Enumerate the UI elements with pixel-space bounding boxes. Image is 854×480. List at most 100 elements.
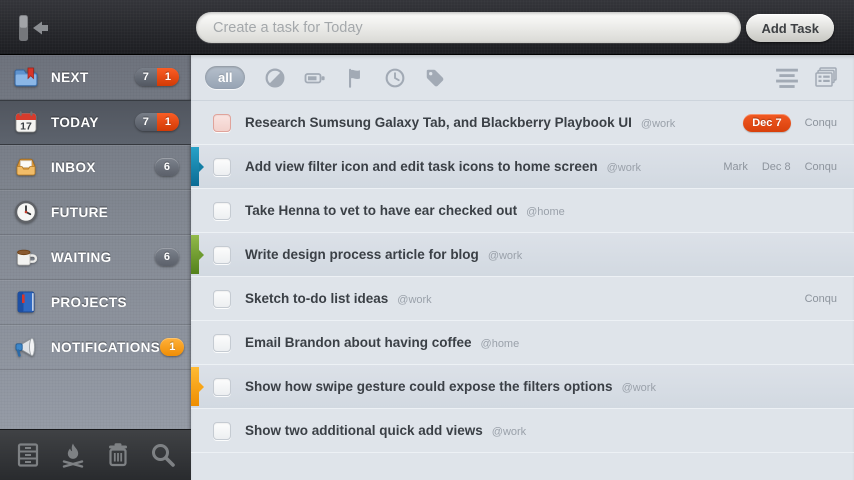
campfire-button[interactable] (56, 438, 90, 472)
count-badge-gray: 7 (135, 68, 157, 86)
collapse-sidebar-icon (12, 12, 54, 44)
priority-stripe (191, 235, 199, 274)
task-due-date: Dec 7 (743, 114, 790, 132)
sidebar-item-projects[interactable]: PROJECTS (0, 280, 191, 325)
sidebar-item-label: WAITING (51, 250, 155, 265)
task-due-date: Dec 8 (762, 161, 791, 173)
task-context-tag: @work (641, 118, 675, 130)
book-icon (13, 289, 39, 315)
add-task-button[interactable]: Add Task (746, 14, 834, 42)
task-title: Show how swipe gesture could expose the … (245, 379, 613, 394)
task-project: Conqu (805, 161, 837, 173)
list-view-icon[interactable] (775, 66, 799, 90)
task-context-tag: @work (488, 250, 522, 262)
count-badge-group: 71 (135, 113, 179, 131)
task-checkbox[interactable] (213, 334, 231, 352)
task-context-tag: @work (607, 162, 641, 174)
filter-tab-all[interactable]: all (205, 66, 245, 89)
task-meta: Conqu (795, 293, 854, 305)
count-badge-gray: 6 (155, 248, 179, 266)
task-checkbox[interactable] (213, 114, 231, 132)
folder-icon (13, 64, 39, 90)
task-title: Take Henna to vet to have ear checked ou… (245, 203, 517, 218)
sidebar: NEXT7117TODAY71INBOX6FUTUREWAITING6PROJE… (0, 55, 191, 480)
trash-button[interactable] (101, 438, 135, 472)
archive-button[interactable] (11, 438, 45, 472)
new-task-input[interactable] (196, 12, 741, 43)
task-row[interactable]: Email Brandon about having coffee @home (191, 321, 854, 365)
calendar-icon: 17 (13, 109, 39, 135)
task-project: Conqu (805, 117, 837, 129)
sidebar-item-label: NEXT (51, 70, 135, 85)
task-title: Write design process article for blog (245, 247, 479, 262)
archive-icon (14, 441, 42, 469)
trash-icon (104, 441, 132, 469)
task-checkbox[interactable] (213, 378, 231, 396)
count-badge-red: 1 (157, 113, 179, 131)
sidebar-toolbar (0, 429, 191, 480)
app-window: Add Task NEXT7117TODAY71INBOX6FUTUREWAIT… (0, 0, 854, 480)
sidebar-item-next[interactable]: NEXT71 (0, 55, 191, 100)
task-row[interactable]: Write design process article for blog @wo… (191, 233, 854, 277)
campfire-icon (59, 441, 87, 469)
search-icon (149, 441, 177, 469)
contrast-icon[interactable] (264, 67, 286, 89)
count-badge-gray: 7 (135, 113, 157, 131)
filter-bar: all (191, 55, 854, 101)
sidebar-item-label: FUTURE (51, 205, 179, 220)
flag-icon[interactable] (344, 67, 366, 89)
task-context-tag: @home (481, 338, 520, 350)
task-checkbox[interactable] (213, 246, 231, 264)
task-context-tag: @work (397, 294, 431, 306)
priority-stripe (191, 367, 199, 406)
task-list: Research Sumsung Galaxy Tab, and Blackbe… (191, 101, 854, 480)
view-switcher (775, 66, 838, 90)
count-badge-gray: 6 (155, 158, 179, 176)
task-title: Add view filter icon and edit task icons… (245, 159, 598, 174)
task-row[interactable]: Research Sumsung Galaxy Tab, and Blackbe… (191, 101, 854, 145)
main-panel: all Research Sumsung Galaxy Tab, and Bla… (191, 55, 854, 480)
task-row[interactable]: Sketch to-do list ideas @work Conqu (191, 277, 854, 321)
search-button[interactable] (146, 438, 180, 472)
svg-text:17: 17 (20, 120, 32, 132)
clock-small-icon[interactable] (384, 67, 406, 89)
task-row[interactable]: Add view filter icon and edit task icons… (191, 145, 854, 189)
sidebar-item-label: INBOX (51, 160, 155, 175)
inbox-icon (13, 154, 39, 180)
task-context-tag: @work (622, 382, 656, 394)
task-title: Email Brandon about having coffee (245, 335, 472, 350)
task-row[interactable]: Show two additional quick add views @work (191, 409, 854, 453)
task-checkbox[interactable] (213, 202, 231, 220)
priority-stripe (191, 147, 199, 186)
task-meta: MarkDec 8Conqu (713, 161, 854, 173)
task-context-tag: @work (492, 426, 526, 438)
sidebar-item-future[interactable]: FUTURE (0, 190, 191, 235)
sidebar-nav: NEXT7117TODAY71INBOX6FUTUREWAITING6PROJE… (0, 55, 191, 370)
top-bar: Add Task (0, 0, 854, 55)
collapse-sidebar-button[interactable] (12, 12, 54, 44)
sidebar-item-today[interactable]: 17TODAY71 (0, 100, 191, 145)
filter-tabs: all (205, 66, 455, 89)
task-title: Sketch to-do list ideas (245, 291, 388, 306)
mug-icon (13, 244, 39, 270)
count-badge-red: 1 (157, 68, 179, 86)
body: NEXT7117TODAY71INBOX6FUTUREWAITING6PROJE… (0, 55, 854, 480)
task-project: Conqu (805, 293, 837, 305)
task-title: Research Sumsung Galaxy Tab, and Blackbe… (245, 115, 632, 130)
card-view-icon[interactable] (814, 66, 838, 90)
megaphone-icon (13, 334, 39, 360)
count-badge-group: 71 (135, 68, 179, 86)
sidebar-item-label: NOTIFICATIONS (51, 340, 160, 355)
sidebar-item-notifications[interactable]: NOTIFICATIONS1 (0, 325, 191, 370)
tag-icon[interactable] (424, 67, 446, 89)
battery-icon[interactable] (304, 67, 326, 89)
task-checkbox[interactable] (213, 290, 231, 308)
task-title: Show two additional quick add views (245, 423, 483, 438)
task-checkbox[interactable] (213, 422, 231, 440)
sidebar-item-waiting[interactable]: WAITING6 (0, 235, 191, 280)
task-row[interactable]: Take Henna to vet to have ear checked ou… (191, 189, 854, 233)
task-checkbox[interactable] (213, 158, 231, 176)
task-context-tag: @home (526, 206, 565, 218)
sidebar-item-inbox[interactable]: INBOX6 (0, 145, 191, 190)
task-row[interactable]: Show how swipe gesture could expose the … (191, 365, 854, 409)
